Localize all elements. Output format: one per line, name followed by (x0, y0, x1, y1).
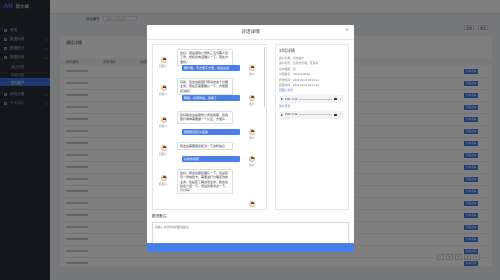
bot-message: 好的，您这边和银行申请的这个分期业务，现在还需要确认一下，方便跟您说吗？ (177, 78, 233, 95)
bot-avatar (161, 57, 167, 63)
info-title: 对话详情 (279, 48, 295, 53)
user-avatar (249, 156, 255, 162)
audio-player-user[interactable]: 0:00 / 1:12 ⋮ (279, 110, 344, 119)
bot-avatar (161, 175, 167, 181)
play-icon[interactable] (281, 98, 283, 101)
bot-label: 机器人 (159, 124, 168, 128)
bot-avatar (161, 145, 167, 151)
user-label: 客户 (249, 102, 255, 106)
audio-label-user: 客户录音 (279, 104, 291, 109)
bot-message: 您好，我是保险公司新三五分期人员工号，想和您电话确认一下，现在方便吗？ (177, 49, 233, 66)
audio-player-bot[interactable]: 0:00 / 1:12 ⋮ (279, 95, 344, 104)
bot-label: 机器人 (159, 182, 168, 186)
bot-message: 我这边需要跟您核对一下资料信息 (177, 142, 233, 151)
user-avatar (249, 95, 255, 101)
divider (147, 39, 354, 40)
bot-message: 您好，我这边跟您确认一下，您是否有一张信用卡，需要进行分期还款的业务，您是否了解… (177, 169, 233, 195)
user-avatar (249, 129, 255, 135)
chat-scrollbar[interactable] (263, 47, 265, 107)
bot-label: 机器人 (159, 152, 168, 156)
chat-panel[interactable]: 机器人 您好，我是保险公司新三五分期人员工号，想和您电话确认一下，现在方便吗？ … (152, 44, 267, 210)
user-message: 嗯嗯，好吧你说，到期了 (182, 95, 240, 102)
more-icon[interactable]: ⋮ (339, 113, 342, 116)
audio-progress[interactable] (299, 114, 333, 116)
bot-avatar (161, 117, 167, 123)
user-label: 客户 (249, 136, 255, 140)
user-label: 客户 (249, 72, 255, 76)
user-avatar (249, 65, 255, 71)
bot-label: 机器人 (159, 64, 168, 68)
close-icon[interactable]: × (345, 28, 349, 34)
play-icon[interactable] (281, 113, 283, 116)
audio-time: 0:00 / 1:12 (285, 113, 298, 117)
user-label: 客户 (249, 163, 255, 167)
user-message: 好的你说吧 (182, 156, 240, 163)
user-message: 嗯哼哦，不方便不方便，您这边说 (182, 65, 240, 72)
volume-icon[interactable] (334, 97, 337, 101)
more-icon[interactable]: ⋮ (339, 97, 342, 101)
audio-label-bot: 机器人录音 (279, 88, 293, 93)
user-avatar (249, 201, 255, 207)
dialog-footer (147, 243, 354, 252)
audio-progress[interactable] (299, 98, 333, 100)
dialog-title: 对话详情 (241, 29, 260, 34)
audio-time: 0:00 / 1:12 (285, 97, 298, 101)
info-panel: 对话详情 客户分类：意向客户 客户标签：信用卡分期；有意向 意向级别：高 对话编… (275, 44, 349, 210)
memo-label: 跟进备注 (152, 214, 167, 218)
user-message: 我想知道怎么回事 (182, 129, 240, 136)
bot-message: 您好我这边是保险公司的客服，您的账户保单需要做一个认证，方便么 (177, 111, 233, 124)
memo-textarea[interactable] (152, 222, 349, 244)
bot-avatar (161, 85, 167, 91)
bot-label: 机器人 (159, 92, 168, 96)
volume-icon[interactable] (334, 113, 337, 117)
dialog-conversation-detail: 对话详情 × 机器人 您好，我是保险公司新三五分期人员工号，想和您电话确认一下，… (147, 25, 354, 252)
